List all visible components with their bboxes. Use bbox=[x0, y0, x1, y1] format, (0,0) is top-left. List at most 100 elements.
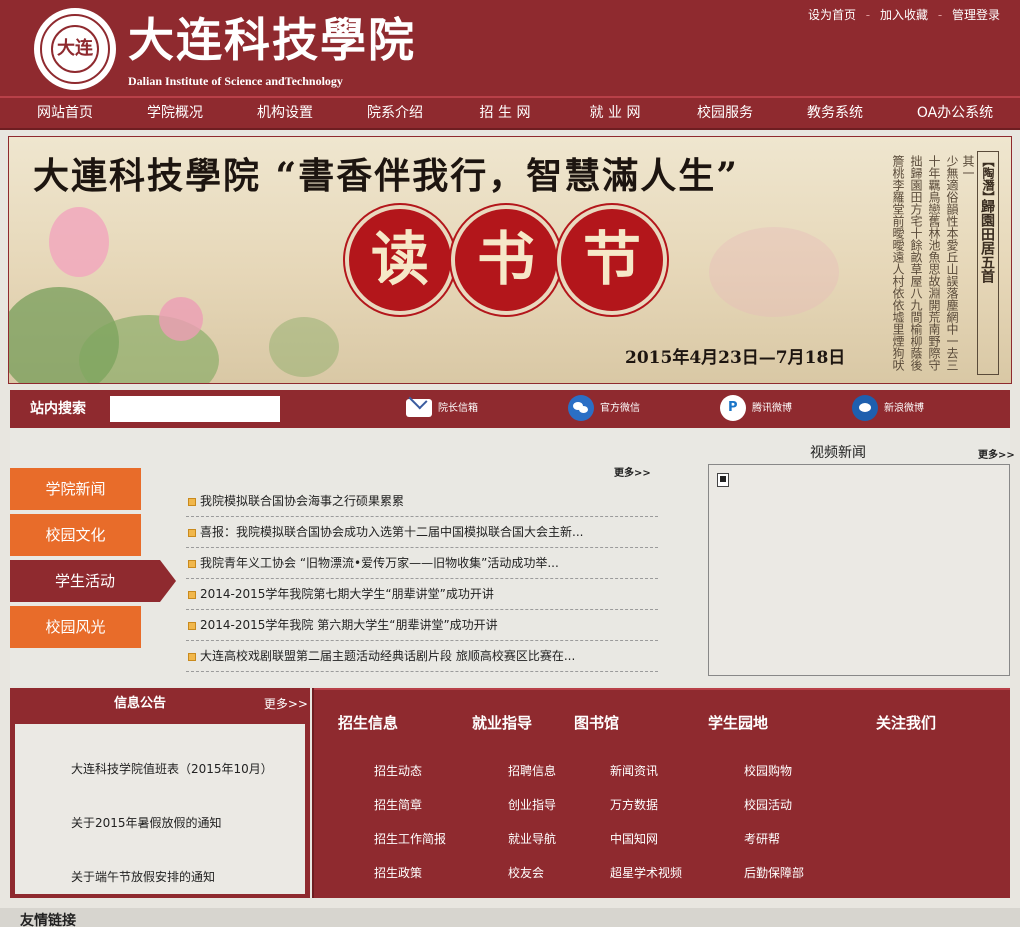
poem-author: 【陶潛】 bbox=[981, 155, 995, 203]
lotus-flower-decoration bbox=[49, 207, 109, 277]
notice-title: 信息公告 bbox=[113, 696, 166, 711]
link-wanfang-data[interactable]: 万方数据 bbox=[610, 796, 658, 813]
notice-list: 大连科技学院值班表（2015年10月） 关于2015年暑假放假的通知 关于端午节… bbox=[15, 724, 305, 894]
link-employment-nav[interactable]: 就业导航 bbox=[508, 830, 556, 847]
banner-circle-char: 读 bbox=[345, 205, 455, 315]
video-player[interactable] bbox=[708, 464, 1010, 676]
admission-info-heading[interactable]: 招生信息 bbox=[338, 712, 398, 733]
quick-links-panel: 招生信息 就业指导 图书馆 学生园地 关注我们 招生动态 招生简章 招生工作简报… bbox=[312, 688, 1010, 898]
top-link-separator: - bbox=[865, 8, 871, 22]
friend-links-label: 友情链接 bbox=[20, 913, 76, 927]
official-wechat-label: 官方微信 bbox=[600, 403, 640, 414]
link-library-news[interactable]: 新闻资讯 bbox=[610, 762, 658, 779]
sina-weibo-label: 新浪微博 bbox=[884, 403, 924, 414]
tencent-weibo-link[interactable]: 腾讯微博 bbox=[720, 394, 792, 424]
link-admission-briefing[interactable]: 招生工作简报 bbox=[374, 830, 446, 847]
top-links: 设为首页 - 加入收藏 - 管理登录 bbox=[808, 6, 1000, 23]
mail-icon bbox=[406, 399, 432, 417]
president-mailbox-label: 院长信箱 bbox=[438, 403, 478, 414]
banner-poem: 【陶潛】 歸園田居五首 其一 少無適俗韻性本愛丘山誤落塵網中一去三 十年羈鳥戀舊… bbox=[861, 147, 1001, 375]
site-search-input[interactable] bbox=[110, 396, 280, 422]
video-more-link[interactable]: 更多>> bbox=[978, 446, 1015, 461]
nav-item-home[interactable]: 网站首页 bbox=[10, 98, 120, 128]
official-wechat-link[interactable]: 官方微信 bbox=[568, 394, 640, 424]
link-job-postings[interactable]: 招聘信息 bbox=[508, 762, 556, 779]
main-nav: 网站首页 学院概况 机构设置 院系介绍 招 生 网 就 业 网 校园服务 教务系… bbox=[0, 96, 1020, 130]
nav-item-campus-service[interactable]: 校园服务 bbox=[670, 98, 780, 128]
link-campus-activities[interactable]: 校园活动 bbox=[744, 796, 792, 813]
link-cnki[interactable]: 中国知网 bbox=[610, 830, 658, 847]
banner-circle-char: 书 bbox=[451, 205, 561, 315]
tencent-weibo-icon bbox=[720, 395, 746, 421]
news-list: 我院模拟联合国协会海事之行硕果累累 喜报：我院模拟联合国协会成功入选第十二届中国… bbox=[186, 486, 658, 672]
news-item[interactable]: 大连高校戏剧联盟第二届主题活动经典话剧片段 旅顺高校赛区比赛在... bbox=[186, 641, 658, 672]
nav-item-admissions[interactable]: 招 生 网 bbox=[450, 98, 560, 128]
news-item[interactable]: 喜报：我院模拟联合国协会成功入选第十二届中国模拟联合国大会主新... bbox=[186, 517, 658, 548]
poem-line: 少無適俗韻性本愛丘山誤落塵網中一去三 bbox=[945, 155, 959, 371]
school-seal-logo[interactable]: 大连 bbox=[34, 8, 116, 90]
notice-panel: 信息公告 更多>> 大连科技学院值班表（2015年10月） 关于2015年暑假放… bbox=[10, 688, 310, 898]
banner-date: 2015年4月23日—7月18日 bbox=[625, 348, 846, 368]
wechat-icon bbox=[568, 395, 594, 421]
notice-item[interactable]: 大连科技学院值班表（2015年10月） bbox=[71, 760, 273, 777]
banner-title: 大連科技學院 “書香伴我行，智慧滿人生” bbox=[33, 155, 739, 197]
quick-links-inner: 招生信息 就业指导 图书馆 学生园地 关注我们 招生动态 招生简章 招生工作简报… bbox=[314, 688, 1010, 898]
top-link-separator: - bbox=[937, 8, 943, 22]
banner-circle-char: 节 bbox=[557, 205, 667, 315]
tab-campus-culture[interactable]: 校园文化 bbox=[10, 514, 141, 556]
link-entrepreneurship[interactable]: 创业指导 bbox=[508, 796, 556, 813]
nav-item-oa-system[interactable]: OA办公系统 bbox=[890, 98, 1020, 128]
site-header: 大连 大连科技學院 Dalian Institute of Science an… bbox=[0, 0, 1020, 96]
video-news-title: 视频新闻 bbox=[810, 445, 866, 461]
news-item[interactable]: 我院青年义工协会 “旧物漂流•爱传万家——旧物收集”活动成功举... bbox=[186, 548, 658, 579]
search-label: 站内搜索 bbox=[30, 401, 86, 417]
school-name-cn[interactable]: 大连科技學院 bbox=[128, 10, 416, 70]
sina-weibo-link[interactable]: 新浪微博 bbox=[852, 394, 924, 424]
nav-item-overview[interactable]: 学院概况 bbox=[120, 98, 230, 128]
nav-item-departments[interactable]: 院系介绍 bbox=[340, 98, 450, 128]
library-heading[interactable]: 图书馆 bbox=[574, 712, 619, 733]
notice-item[interactable]: 关于2015年暑假放假的通知 bbox=[71, 814, 222, 831]
poem-title: 歸園田居五首 bbox=[979, 199, 995, 283]
news-item[interactable]: 我院模拟联合国协会海事之行硕果累累 bbox=[186, 486, 658, 517]
link-alumni[interactable]: 校友会 bbox=[508, 864, 544, 881]
plum-blossom-decoration bbox=[709, 227, 839, 317]
link-chaoxing-video[interactable]: 超星学术视频 bbox=[610, 864, 682, 881]
tab-student-activities[interactable]: 学生活动 bbox=[10, 560, 176, 602]
sina-weibo-icon bbox=[852, 395, 878, 421]
career-guide-heading[interactable]: 就业指导 bbox=[472, 712, 532, 733]
poem-line: 簷桃李羅堂前曖曖遠人村依依墟里煙狗吠 bbox=[891, 155, 905, 371]
notice-item[interactable]: 关于端午节放假安排的通知 bbox=[71, 868, 215, 885]
tab-student-activities-label: 学生活动 bbox=[54, 572, 115, 590]
link-kaoyan[interactable]: 考研帮 bbox=[744, 830, 780, 847]
main-content: 学院新闻 校园文化 学生活动 校园风光 更多>> 我院模拟联合国协会海事之行硕果… bbox=[10, 428, 1015, 686]
media-placeholder-icon[interactable] bbox=[717, 473, 729, 487]
set-homepage-link[interactable]: 设为首页 bbox=[808, 8, 856, 22]
poem-line: 其一 bbox=[961, 155, 975, 179]
link-admission-brochure[interactable]: 招生简章 bbox=[374, 796, 422, 813]
poem-line: 十年羈鳥戀舊林池魚思故淵開荒南野際守 bbox=[927, 155, 941, 371]
follow-us-heading[interactable]: 关注我们 bbox=[876, 712, 936, 733]
president-mailbox-link[interactable]: 院长信箱 bbox=[406, 394, 478, 424]
admin-login-link[interactable]: 管理登录 bbox=[952, 8, 1000, 22]
news-item[interactable]: 2014-2015学年我院第七期大学生“朋辈讲堂”成功开讲 bbox=[186, 579, 658, 610]
lotus-leaf-decoration bbox=[269, 317, 339, 377]
active-tab-arrow bbox=[160, 560, 176, 602]
link-campus-shopping[interactable]: 校园购物 bbox=[744, 762, 792, 779]
add-favorite-link[interactable]: 加入收藏 bbox=[880, 8, 928, 22]
link-admission-policy[interactable]: 招生政策 bbox=[374, 864, 422, 881]
school-name-en: Dalian Institute of Science andTechnolog… bbox=[128, 74, 343, 88]
news-item[interactable]: 2014-2015学年我院 第六期大学生“朋辈讲堂”成功开讲 bbox=[186, 610, 658, 641]
friend-links-bar: 友情链接 bbox=[0, 908, 1020, 927]
link-logistics[interactable]: 后勤保障部 bbox=[744, 864, 804, 881]
news-more-link[interactable]: 更多>> bbox=[614, 464, 651, 479]
reading-festival-banner[interactable]: 大連科技學院 “書香伴我行，智慧滿人生” 读 书 节 2015年4月23日—7月… bbox=[8, 136, 1012, 384]
link-admission-news[interactable]: 招生动态 bbox=[374, 762, 422, 779]
nav-item-employment[interactable]: 就 业 网 bbox=[560, 98, 670, 128]
tab-campus-scenery[interactable]: 校园风光 bbox=[10, 606, 141, 648]
tab-college-news[interactable]: 学院新闻 bbox=[10, 468, 141, 510]
student-garden-heading[interactable]: 学生园地 bbox=[708, 712, 768, 733]
nav-item-organization[interactable]: 机构设置 bbox=[230, 98, 340, 128]
notice-more-link[interactable]: 更多>> bbox=[264, 688, 308, 720]
nav-item-academic-system[interactable]: 教务系统 bbox=[780, 98, 890, 128]
